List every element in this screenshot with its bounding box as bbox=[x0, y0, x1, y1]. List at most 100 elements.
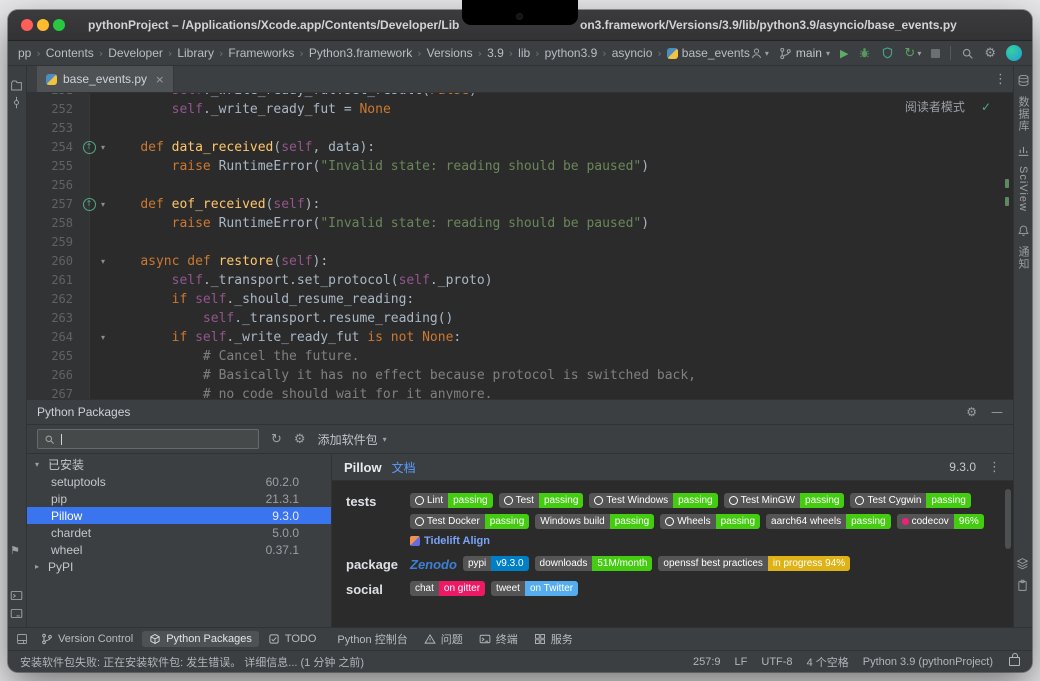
fullscreen-window-button[interactable] bbox=[53, 19, 65, 31]
badge-wheels[interactable]: Wheelspassing bbox=[660, 514, 760, 529]
line-number[interactable]: 257 bbox=[27, 195, 81, 214]
package-list-item[interactable]: chardet5.0.0 bbox=[27, 524, 331, 541]
line-number[interactable]: 252 bbox=[27, 100, 81, 119]
profile-avatar[interactable] bbox=[1006, 45, 1022, 61]
code-line[interactable]: 254↑▾ def data_received(self, data): bbox=[27, 138, 999, 157]
minimize-window-button[interactable] bbox=[37, 19, 49, 31]
installed-group-header[interactable]: ▾已安装 bbox=[27, 456, 331, 473]
close-window-button[interactable] bbox=[21, 19, 33, 31]
packages-settings-icon[interactable]: ⚙ bbox=[294, 432, 306, 447]
tool-window-button-vcs[interactable]: Version Control bbox=[34, 631, 140, 647]
code-line[interactable]: 257↑▾ def eof_received(self): bbox=[27, 195, 999, 214]
breadcrumb-item[interactable]: Versions bbox=[425, 45, 475, 61]
stop-button[interactable] bbox=[931, 49, 940, 58]
line-number[interactable]: 267 bbox=[27, 385, 81, 399]
badge-downloads[interactable]: downloads51M/month bbox=[535, 556, 653, 571]
package-list-item[interactable]: Pillow9.3.0 bbox=[27, 507, 331, 524]
user-account-button[interactable]: ▾ bbox=[750, 47, 769, 60]
line-number[interactable]: 261 bbox=[27, 271, 81, 290]
line-number[interactable]: 263 bbox=[27, 309, 81, 328]
close-tab-icon[interactable]: × bbox=[155, 73, 164, 86]
badge-aarch64-wheels[interactable]: aarch64 wheelspassing bbox=[766, 514, 891, 529]
line-separator[interactable]: LF bbox=[735, 656, 748, 668]
code-line[interactable]: 267 # no code should wait for it anymore… bbox=[27, 385, 999, 399]
tool-stripe-button-bell[interactable]: 通知 bbox=[1015, 224, 1031, 270]
code-line[interactable]: 253 bbox=[27, 119, 999, 138]
code-line[interactable]: 261 self._transport.set_protocol(self._p… bbox=[27, 271, 999, 290]
badge-test-windows[interactable]: Test Windowspassing bbox=[589, 493, 717, 508]
breadcrumb-item[interactable]: Python3.framework bbox=[307, 45, 414, 61]
badge-windows-build[interactable]: Windows buildpassing bbox=[535, 514, 654, 529]
code-line[interactable]: 251 self._write_ready_fut.set_result(Fal… bbox=[27, 93, 999, 100]
terminal-tool-button[interactable] bbox=[10, 607, 24, 621]
badge-openssf-best-practices[interactable]: openssf best practicesin progress 94% bbox=[658, 556, 850, 571]
python-console-tool-button[interactable] bbox=[10, 589, 24, 603]
line-number[interactable]: 253 bbox=[27, 119, 81, 138]
editor-tab-base-events[interactable]: base_events.py × bbox=[37, 66, 174, 92]
line-number[interactable]: 260 bbox=[27, 252, 81, 271]
code-line[interactable]: 258 raise RuntimeError("Invalid state: r… bbox=[27, 214, 999, 233]
package-more-icon[interactable]: ⋮ bbox=[988, 460, 1001, 475]
add-package-button[interactable]: 添加软件包 ▾ bbox=[318, 431, 387, 448]
line-number[interactable]: 251 bbox=[27, 93, 81, 100]
line-number[interactable]: 255 bbox=[27, 157, 81, 176]
code-line[interactable]: 252 self._write_ready_fut = None bbox=[27, 100, 999, 119]
tidelift-link[interactable]: Tidelift Align bbox=[410, 535, 490, 547]
git-branch-widget[interactable]: main ▾ bbox=[779, 46, 830, 60]
pypi-group-header[interactable]: ▸PyPI bbox=[27, 558, 331, 575]
package-list-item[interactable]: wheel0.37.1 bbox=[27, 541, 331, 558]
breadcrumb-item[interactable]: Developer bbox=[106, 45, 165, 61]
encoding[interactable]: UTF-8 bbox=[761, 656, 792, 668]
badge-test-docker[interactable]: Test Dockerpassing bbox=[410, 514, 529, 529]
breadcrumb-item[interactable]: Frameworks bbox=[226, 45, 296, 61]
badge-test[interactable]: Testpassing bbox=[499, 493, 584, 508]
fold-marker-icon[interactable]: ▾ bbox=[97, 195, 109, 214]
breadcrumb-item[interactable]: asyncio bbox=[610, 45, 655, 61]
code-line[interactable]: 266 # Basically it has no effect because… bbox=[27, 366, 999, 385]
badge-codecov[interactable]: codecov96% bbox=[897, 514, 984, 529]
code-line[interactable]: 263 self._transport.resume_reading() bbox=[27, 309, 999, 328]
package-list-item[interactable]: setuptools60.2.0 bbox=[27, 473, 331, 490]
caret-position[interactable]: 257:9 bbox=[693, 656, 721, 668]
code-line[interactable]: 262 if self._should_resume_reading: bbox=[27, 290, 999, 309]
line-number[interactable]: 256 bbox=[27, 176, 81, 195]
badge-test-cygwin[interactable]: Test Cygwinpassing bbox=[850, 493, 970, 508]
override-method-icon[interactable]: ↑ bbox=[83, 198, 96, 211]
breadcrumb-item[interactable]: Library bbox=[175, 45, 216, 61]
indent-style[interactable]: 4 个空格 bbox=[807, 654, 849, 670]
coverage-button[interactable] bbox=[881, 46, 894, 60]
debug-button[interactable] bbox=[858, 46, 871, 60]
override-method-icon[interactable]: ↑ bbox=[83, 141, 96, 154]
breadcrumb-item[interactable]: pp bbox=[16, 45, 33, 61]
tab-options-icon[interactable]: ⋮ bbox=[994, 72, 1007, 87]
tool-window-button-terminal[interactable]: 终端 bbox=[472, 629, 525, 649]
inspections-ok-icon[interactable]: ✓ bbox=[981, 100, 991, 114]
project-tool-button[interactable] bbox=[10, 79, 24, 93]
code-area[interactable]: 251 self._write_ready_fut.set_result(Fal… bbox=[27, 93, 999, 399]
code-line[interactable]: 255 raise RuntimeError("Invalid state: r… bbox=[27, 157, 999, 176]
details-scrollbar[interactable] bbox=[1005, 489, 1011, 549]
badge-test-mingw[interactable]: Test MinGWpassing bbox=[724, 493, 845, 508]
lock-icon[interactable] bbox=[1009, 657, 1020, 666]
interpreter[interactable]: Python 3.9 (pythonProject) bbox=[863, 656, 993, 668]
fold-marker-icon[interactable]: ▾ bbox=[97, 328, 109, 347]
code-line[interactable]: 259 bbox=[27, 233, 999, 252]
rerun-button[interactable]: ↻ ▾ bbox=[904, 46, 921, 61]
search-everywhere-button[interactable] bbox=[961, 47, 974, 60]
code-editor[interactable]: 251 self._write_ready_fut.set_result(Fal… bbox=[27, 93, 1013, 399]
packages-panel-header[interactable]: Python Packages ⚙ — bbox=[27, 400, 1013, 425]
line-number[interactable]: 264 bbox=[27, 328, 81, 347]
code-line[interactable]: 256 bbox=[27, 176, 999, 195]
tool-window-button-package[interactable]: Python Packages bbox=[142, 631, 259, 647]
code-line[interactable]: 264▾ if self._write_ready_fut is not Non… bbox=[27, 328, 999, 347]
badge-chat[interactable]: chaton gitter bbox=[410, 581, 485, 596]
code-line[interactable]: 265 # Cancel the future. bbox=[27, 347, 999, 366]
line-number[interactable]: 259 bbox=[27, 233, 81, 252]
reader-mode-label[interactable]: 阅读者模式 bbox=[905, 98, 965, 115]
code-line[interactable]: 260▾ async def restore(self): bbox=[27, 252, 999, 271]
breadcrumb-file-item[interactable]: base_events.py bbox=[665, 45, 750, 61]
panel-settings-icon[interactable]: ⚙ bbox=[966, 405, 977, 419]
commit-tool-button[interactable] bbox=[10, 96, 24, 110]
reload-packages-icon[interactable]: ↻ bbox=[271, 432, 282, 447]
breadcrumb-item[interactable]: lib bbox=[516, 45, 532, 61]
